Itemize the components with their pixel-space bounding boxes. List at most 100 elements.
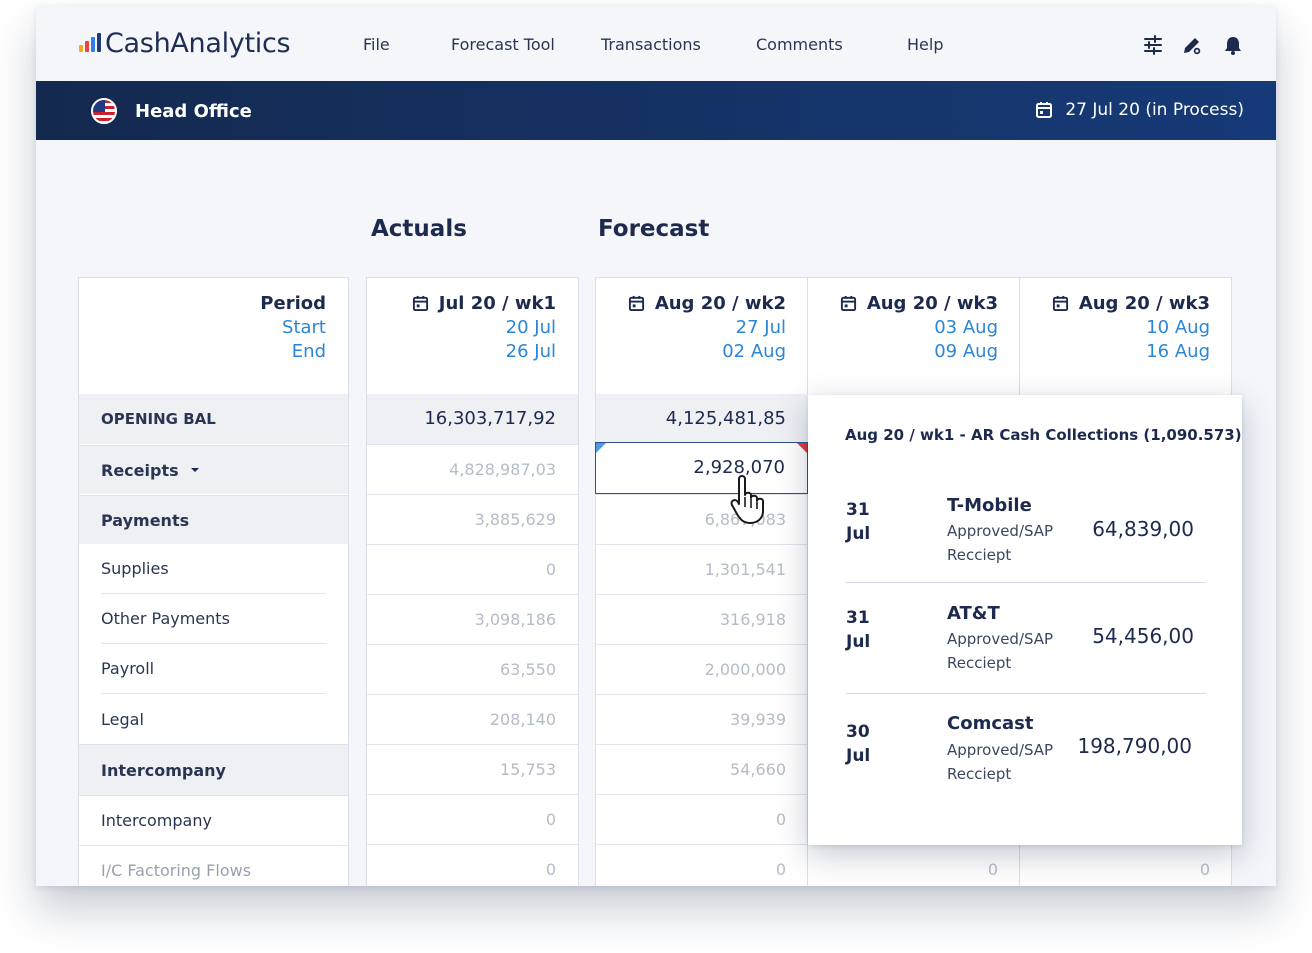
cell-payroll[interactable]: 63,550 <box>367 644 578 694</box>
cell-intercompany-group[interactable]: 15,753 <box>367 744 578 794</box>
column-start-date: 20 Jul <box>505 317 556 338</box>
entry-amount: 54,456,00 <box>1092 624 1194 648</box>
entry-amount: 64,839,00 <box>1092 517 1194 541</box>
selected-cell-receipts[interactable]: 2,928,070 <box>595 442 808 494</box>
column-title[interactable]: Jul 20 / wk1 <box>439 293 556 314</box>
column-header: Aug 20 / wk3 10 Aug 16 Aug <box>1052 293 1210 364</box>
row-label: Payments <box>101 510 190 530</box>
app-logo[interactable]: CashAnalytics <box>79 28 291 59</box>
column-title[interactable]: Aug 20 / wk3 <box>867 293 998 314</box>
row-legal[interactable]: Legal <box>79 694 348 744</box>
cell-intercompany-group[interactable]: 54,660 <box>596 744 808 794</box>
row-intercompany[interactable]: Intercompany <box>79 795 348 845</box>
entity-banner: Head Office 27 Jul 20 (in Process) <box>36 81 1276 140</box>
menu-file[interactable]: File <box>363 35 390 54</box>
period-header: Period Start End <box>260 293 326 364</box>
column-title[interactable]: Aug 20 / wk2 <box>655 293 786 314</box>
period-date-selector[interactable]: 27 Jul 20 (in Process) <box>1035 100 1244 120</box>
period-end-label: End <box>291 341 326 362</box>
transaction-details-popup: Aug 20 / wk1 - AR Cash Collections (1,09… <box>808 395 1242 845</box>
row-payments[interactable]: Payments <box>79 495 348 544</box>
entry-status: Approved/SAP Recciept <box>947 741 1054 783</box>
cell-legal[interactable]: 39,939 <box>596 694 808 744</box>
column-start-date: 27 Jul <box>735 317 786 338</box>
cell-ic-factoring[interactable]: 0 <box>367 844 578 886</box>
row-label: Payroll <box>101 659 155 678</box>
row-intercompany-group[interactable]: Intercompany <box>79 744 348 795</box>
cell-payments[interactable]: 6,867,083 <box>596 494 808 544</box>
logo-text: CashAnalytics <box>105 28 291 59</box>
cell-other-payments[interactable]: 316,918 <box>596 594 808 644</box>
cell-payments[interactable]: 3,885,629 <box>367 494 578 544</box>
column-actuals-jul-wk1: Jul 20 / wk1 20 Jul 26 Jul 16,303,717,92… <box>366 277 579 886</box>
cell-other-payments[interactable]: 3,098,186 <box>367 594 578 644</box>
column-header: Jul 20 / wk1 20 Jul 26 Jul <box>412 293 556 364</box>
sliders-icon[interactable] <box>1142 34 1164 56</box>
hand-pointer-icon <box>730 475 764 524</box>
menu-forecast-tool[interactable]: Forecast Tool <box>451 35 555 54</box>
cell-opening-bal: 4,125,481,85 <box>596 394 808 444</box>
transaction-entry[interactable]: 30 Jul Comcast Approved/SAP Recciept 198,7… <box>846 695 1206 805</box>
column-end-date: 09 Aug <box>934 341 998 362</box>
calendar-icon <box>1036 102 1053 118</box>
caret-down-icon[interactable] <box>190 467 200 473</box>
entry-status: Approved/SAP Recciept <box>947 522 1054 564</box>
menu-help[interactable]: Help <box>907 35 943 54</box>
column-end-date: 26 Jul <box>505 341 556 362</box>
calendar-icon <box>412 295 428 312</box>
cell-legal[interactable]: 208,140 <box>367 694 578 744</box>
entity-name[interactable]: Head Office <box>135 101 252 122</box>
bell-icon[interactable] <box>1222 34 1244 56</box>
app-window: CashAnalytics File Forecast Tool Transac… <box>36 6 1276 886</box>
row-label: I/C Factoring Flows <box>101 861 252 880</box>
cell-receipts[interactable]: 4,828,987,03 <box>367 444 578 494</box>
cell-supplies[interactable]: 1,301,541 <box>596 544 808 594</box>
column-title[interactable]: Aug 20 / wk3 <box>1079 293 1210 314</box>
transaction-entry[interactable]: 31 Jul AT&T Approved/SAP Recciept 54,456,0… <box>846 584 1206 694</box>
cell-ic-factoring[interactable]: 0 <box>808 844 1020 886</box>
transaction-entry[interactable]: 31 Jul T-Mobile Approved/SAP Recciept 64,8… <box>846 473 1206 583</box>
cell-opening-bal: 16,303,717,92 <box>367 394 578 444</box>
row-label: Intercompany <box>101 811 212 830</box>
row-receipts[interactable]: Receipts <box>79 445 348 494</box>
menu-transactions[interactable]: Transactions <box>601 35 701 54</box>
row-label: OPENING BAL <box>101 410 216 428</box>
calendar-icon <box>1052 295 1068 312</box>
row-opening-bal: OPENING BAL <box>79 394 348 444</box>
column-start-date: 03 Aug <box>934 317 998 338</box>
calendar-icon <box>628 295 644 312</box>
row-ic-factoring[interactable]: I/C Factoring Flows <box>79 845 348 886</box>
cell-intercompany[interactable]: 0 <box>367 794 578 844</box>
red-comment-marker-icon <box>797 443 807 453</box>
popup-title: Aug 20 / wk1 - AR Cash Collections (1,09… <box>845 426 1242 444</box>
cell-payroll[interactable]: 2,000,000 <box>596 644 808 694</box>
row-labels-panel: Period Start End OPENING BAL Receipts Pa… <box>78 277 349 886</box>
period-start-label: Start <box>282 317 326 338</box>
menu-comments[interactable]: Comments <box>756 35 843 54</box>
row-other-payments[interactable]: Other Payments <box>79 594 348 644</box>
row-label: Other Payments <box>101 609 230 628</box>
entry-customer: Comcast <box>947 713 1034 734</box>
column-header: Aug 20 / wk3 03 Aug 09 Aug <box>840 293 998 364</box>
entry-date: 31 Jul <box>846 608 871 652</box>
row-label: Intercompany <box>101 760 226 780</box>
row-label: Receipts <box>101 460 179 480</box>
cell-ic-factoring[interactable]: 0 <box>596 844 808 886</box>
us-flag-icon <box>91 98 117 124</box>
pen-gear-icon[interactable] <box>1181 34 1203 56</box>
logo-bars-icon <box>79 33 101 52</box>
column-end-date: 16 Aug <box>1146 341 1210 362</box>
cell-supplies[interactable]: 0 <box>367 544 578 594</box>
cell-intercompany[interactable]: 0 <box>596 794 808 844</box>
actuals-heading: Actuals <box>371 216 467 242</box>
entry-date: 30 Jul <box>846 722 871 766</box>
row-supplies[interactable]: Supplies <box>79 544 348 594</box>
calendar-icon <box>840 295 856 312</box>
row-label: Supplies <box>101 559 169 578</box>
entry-amount: 198,790,00 <box>1077 734 1192 758</box>
row-payroll[interactable]: Payroll <box>79 644 348 694</box>
entry-status: Approved/SAP Recciept <box>947 630 1054 672</box>
column-start-date: 10 Aug <box>1146 317 1210 338</box>
cell-ic-factoring[interactable]: 0 <box>1020 844 1232 886</box>
column-end-date: 02 Aug <box>722 341 786 362</box>
